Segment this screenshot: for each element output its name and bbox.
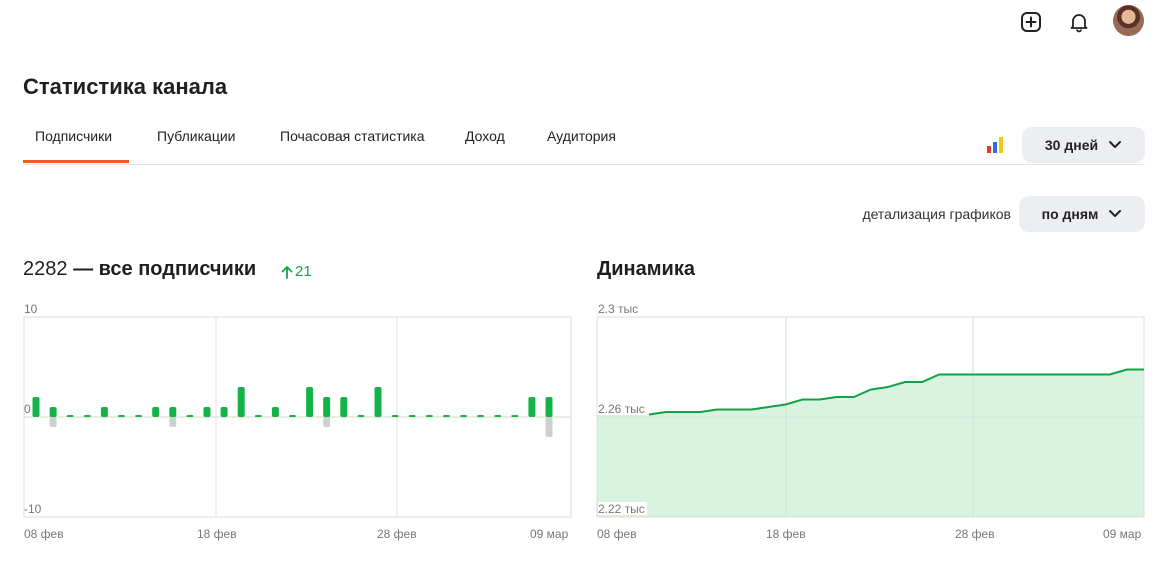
tab-publications[interactable]: Публикации [157, 118, 235, 163]
y-tick-label: 10 [24, 302, 38, 316]
bar-positive [545, 397, 553, 417]
bar-positive [66, 415, 74, 417]
bar-positive [442, 415, 450, 417]
bar-negative [545, 417, 553, 437]
period-select[interactable]: 30 дней [1022, 127, 1145, 163]
dynamics-chart-title: Динамика [597, 258, 695, 280]
add-icon[interactable] [1017, 8, 1045, 36]
dynamics-area-chart: 2.3 тыс 2.26 тыс 2.22 тыс [596, 302, 1145, 518]
subscribers-bar-chart: 10 0 -10 [23, 302, 572, 518]
bar-positive [306, 387, 314, 417]
bar-positive [49, 407, 57, 417]
tab-hourly-stats[interactable]: Почасовая статистика [280, 118, 425, 163]
bar-positive [460, 415, 467, 417]
bar-positive [203, 407, 211, 417]
bar-negative [323, 417, 331, 427]
area-x-tick-label: 28 фев [955, 527, 995, 541]
y-tick-label: 2.3 тыс [598, 302, 638, 316]
tab-audience[interactable]: Аудитория [547, 118, 616, 163]
area-x-tick-label: 08 фев [597, 527, 637, 541]
bar-positive [220, 407, 228, 417]
bar-positive [135, 415, 143, 417]
bar-positive [169, 407, 177, 417]
area-fill [597, 369, 1144, 517]
bar-positive [425, 415, 433, 417]
bar-positive [32, 397, 40, 417]
detail-label: детализация графиков [862, 206, 1011, 222]
arrow-up-icon [281, 265, 293, 279]
bar-positive [83, 415, 91, 417]
bar-positive [374, 387, 382, 417]
bar-positive [237, 387, 245, 417]
bar-positive [528, 397, 536, 417]
bar-positive [289, 415, 296, 417]
subscribers-title-suffix: — все подписчики [73, 258, 257, 280]
bar-positive [323, 397, 331, 417]
bar-positive [494, 415, 502, 417]
bar-positive [254, 415, 262, 417]
bar-positive [118, 415, 125, 417]
bar-positive [391, 415, 399, 417]
subscribers-chart-title: 2282 — все подписчики [23, 258, 256, 281]
bar-x-tick-label: 28 фев [377, 527, 417, 541]
bar-x-tick-label: 18 фев [197, 527, 237, 541]
chevron-down-icon [1109, 141, 1122, 148]
bar-positive [186, 415, 194, 417]
tab-bar: Подписчики Публикации Почасовая статисти… [23, 118, 1145, 165]
tab-subscribers[interactable]: Подписчики [23, 118, 129, 163]
chevron-down-icon [1109, 210, 1122, 217]
page-title: Статистика канала [23, 74, 228, 99]
y-tick-label: 0 [24, 402, 31, 416]
bar-positive [152, 407, 160, 417]
avatar[interactable] [1113, 5, 1144, 36]
bar-positive [340, 397, 348, 417]
area-x-tick-label: 09 мар [1103, 527, 1142, 541]
y-tick-label: 2.22 тыс [598, 502, 645, 516]
tab-income[interactable]: Доход [465, 118, 505, 163]
bar-positive [357, 415, 365, 417]
bar-x-tick-label: 08 фев [24, 527, 64, 541]
bar-negative [49, 417, 57, 427]
bar-x-tick-label: 09 мар [530, 527, 569, 541]
bar-positive [477, 415, 485, 417]
bar-positive [408, 415, 416, 417]
detail-select[interactable]: по дням [1019, 196, 1145, 232]
bar-positive [511, 415, 519, 417]
bar-positive [271, 407, 279, 417]
bar-chart-logo-icon [986, 136, 1004, 159]
area-x-tick-label: 18 фев [766, 527, 806, 541]
y-tick-label: 2.26 тыс [598, 402, 645, 416]
bar-positive [100, 407, 108, 417]
subscribers-delta: 21 [281, 263, 312, 280]
bar-negative [169, 417, 177, 427]
bell-icon[interactable] [1065, 8, 1093, 36]
subscribers-count: 2282 [23, 258, 68, 280]
y-tick-label: -10 [24, 502, 42, 516]
